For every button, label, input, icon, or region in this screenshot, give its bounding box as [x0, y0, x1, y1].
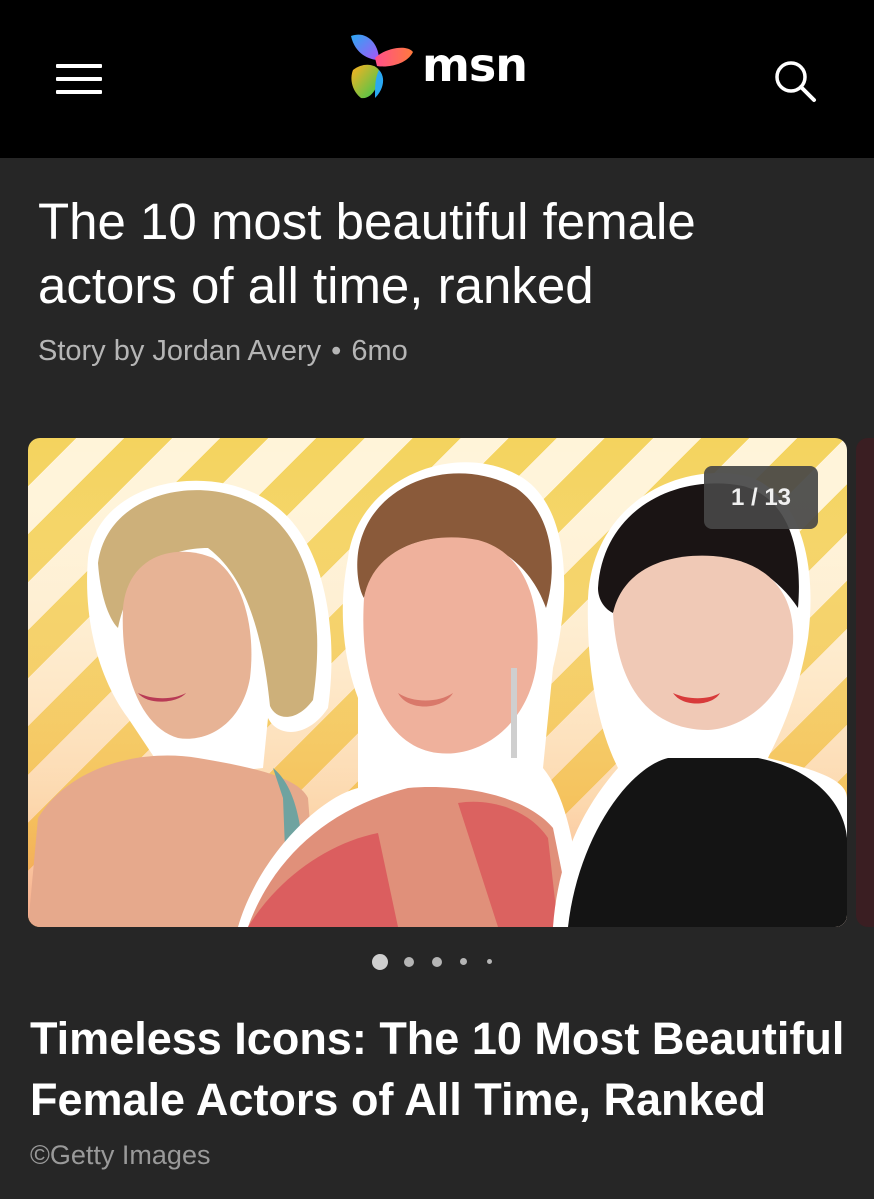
byline-age: 6mo [351, 335, 408, 367]
next-slide-peek[interactable] [856, 438, 874, 927]
slide-counter: 1 / 13 [704, 466, 818, 529]
hamburger-menu-icon[interactable] [54, 58, 104, 100]
top-bar: msn [0, 0, 874, 158]
pagination-dot[interactable] [404, 957, 414, 967]
article-byline: Story by Jordan Avery • 6mo [38, 335, 408, 368]
msn-logo[interactable]: msn [345, 30, 535, 102]
byline-author[interactable]: Story by Jordan Avery [38, 335, 321, 367]
logo-text: msn [422, 38, 528, 92]
image-credit: ©Getty Images [30, 1140, 211, 1170]
byline-separator: • [331, 335, 342, 367]
msn-butterfly-icon [351, 34, 413, 99]
pagination-dot[interactable] [487, 959, 492, 964]
slide-caption: Timeless Icons: The 10 Most Beautiful Fe… [30, 1013, 845, 1125]
pagination-dot[interactable] [432, 957, 442, 967]
article-headline: The 10 most beautiful female actors of a… [38, 193, 696, 314]
slide-pagination-dots [372, 953, 502, 971]
pagination-dot[interactable] [460, 958, 467, 965]
pagination-dot-active[interactable] [372, 954, 388, 970]
search-icon[interactable] [770, 56, 820, 106]
